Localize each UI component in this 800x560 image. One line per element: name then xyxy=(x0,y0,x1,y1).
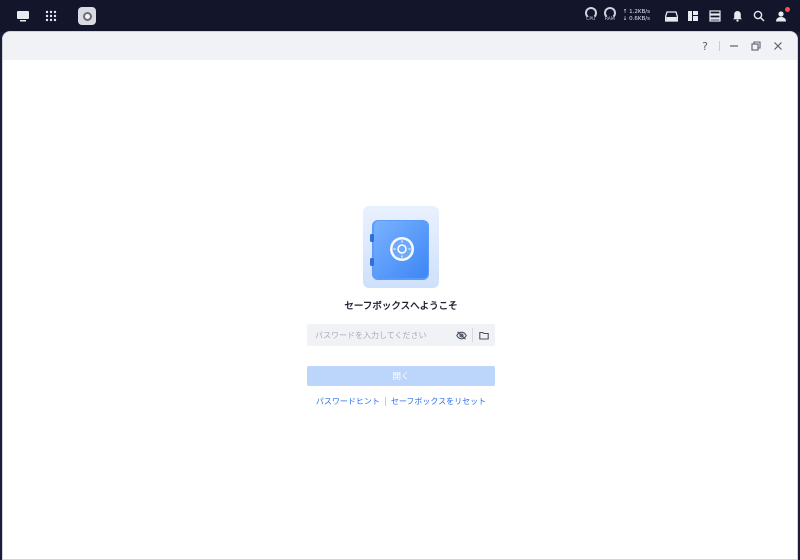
desktop-icon[interactable] xyxy=(12,5,34,27)
dashboard-icon[interactable] xyxy=(682,5,704,27)
user-icon[interactable] xyxy=(770,5,792,27)
taskbar: CPU RAM ↑ 1.2KB/s ↓ 0.6KB/s xyxy=(0,0,800,32)
open-button[interactable]: 開く xyxy=(307,366,495,386)
links-divider xyxy=(384,397,386,406)
safebox-login-panel: セーフボックスへようこそ 開く パスワードヒント セーフボックスをリセット xyxy=(3,32,799,559)
page-title: セーフボックスへようこそ xyxy=(344,301,458,312)
safebox-app-icon[interactable] xyxy=(78,7,96,25)
notification-dot xyxy=(785,7,790,12)
key-file-button[interactable] xyxy=(473,324,495,346)
folder-icon xyxy=(479,331,489,340)
password-field xyxy=(307,324,495,346)
eye-off-icon xyxy=(455,330,467,340)
bell-icon[interactable] xyxy=(726,5,748,27)
apps-grid-icon[interactable] xyxy=(40,5,62,27)
server-icon[interactable] xyxy=(704,5,726,27)
ram-label: RAM xyxy=(604,17,615,22)
cpu-label: CPU xyxy=(586,17,596,22)
password-input[interactable] xyxy=(307,324,450,346)
safebox-window: ? セーフボックスへようこそ 開く パスワードヒント セーフボックスをリセット xyxy=(2,31,798,560)
ram-gauge-icon[interactable]: RAM xyxy=(602,6,618,26)
download-speed: ↓ 0.6KB/s xyxy=(622,16,650,22)
password-hint-link[interactable]: パスワードヒント xyxy=(316,396,380,407)
help-links: パスワードヒント セーフボックスをリセット xyxy=(3,396,799,407)
cpu-gauge-icon[interactable]: CPU xyxy=(583,6,599,26)
safe-icon xyxy=(363,206,439,288)
storage-icon[interactable] xyxy=(660,5,682,27)
toggle-visibility-button[interactable] xyxy=(450,324,472,346)
network-speed[interactable]: ↑ 1.2KB/s ↓ 0.6KB/s xyxy=(623,9,650,23)
search-icon[interactable] xyxy=(748,5,770,27)
reset-safebox-link[interactable]: セーフボックスをリセット xyxy=(391,396,486,407)
upload-speed: ↑ 1.2KB/s xyxy=(622,9,650,15)
